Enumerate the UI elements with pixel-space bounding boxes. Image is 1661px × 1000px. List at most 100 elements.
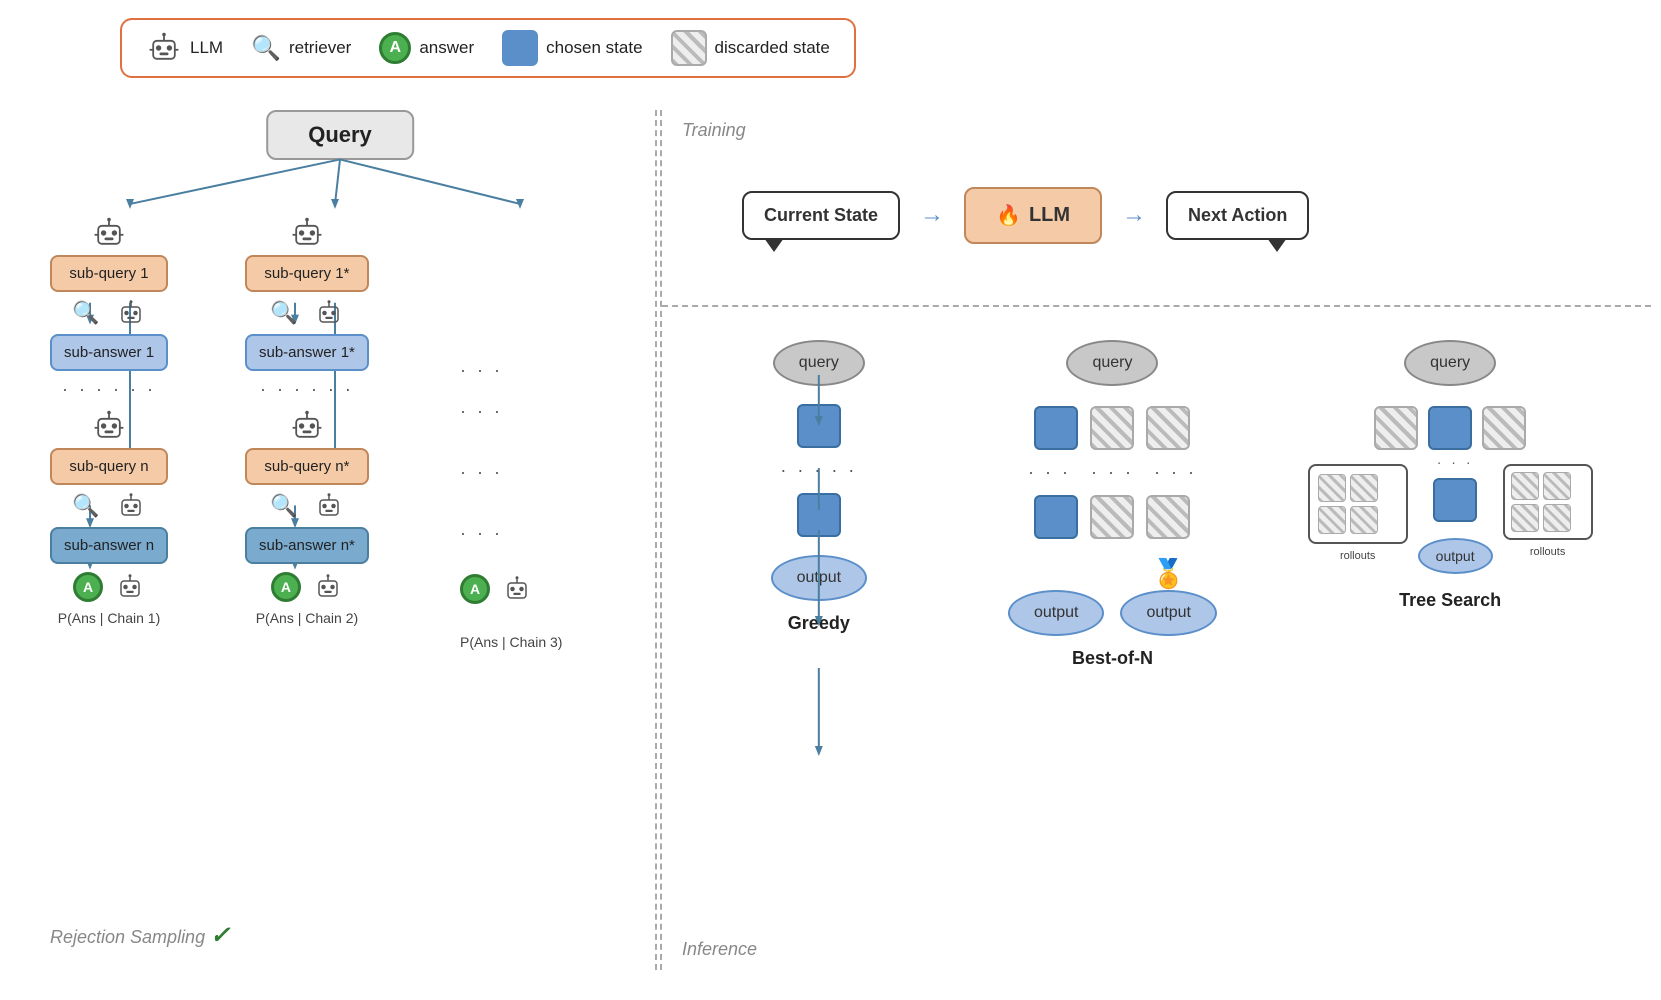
training-label: Training	[682, 120, 746, 141]
next-action-bubble: Next Action	[1166, 191, 1309, 240]
dashed-separator	[662, 305, 1651, 307]
checkmark-icon: ✓	[210, 922, 230, 949]
rollout-box-left	[1308, 464, 1408, 544]
legend-answer-label: answer	[419, 38, 474, 58]
bot-icon-col1	[91, 215, 127, 251]
bestn-label: Best-of-N	[1072, 648, 1153, 669]
bot-icon-col2b	[314, 298, 344, 328]
treesearch-label: Tree Search	[1399, 590, 1501, 611]
answer-icon-col2: A	[271, 572, 301, 602]
arrow-to-llm: →	[920, 201, 944, 229]
rollouts-label-right: rollouts	[1530, 546, 1565, 558]
chosen-box-legend	[502, 30, 538, 66]
legend-chosen-label: chosen state	[546, 38, 642, 58]
ts-output: output	[1418, 538, 1493, 574]
bestn-output1: output	[1008, 590, 1104, 636]
subquery1-col2: sub-query 1*	[245, 255, 369, 292]
answer-icon-col3: A	[460, 574, 490, 604]
subanswern-col2: sub-answer n*	[245, 527, 369, 564]
subanswer1-col2: sub-answer 1*	[245, 334, 369, 371]
bestn-output2: output	[1120, 590, 1216, 636]
llm-training-box: 🔥 LLM	[964, 187, 1102, 244]
dots-col3b: · · ·	[460, 401, 562, 422]
ts-chosen1	[1428, 406, 1472, 450]
greedy-chosen-state2	[797, 493, 841, 537]
award-icon: 🏅	[1151, 557, 1186, 590]
chain-label-col2: P(Ans | Chain 2)	[245, 610, 369, 626]
bot-icon-col1c	[91, 408, 127, 444]
legend-chosen: chosen state	[502, 30, 642, 66]
bestn-discarded3	[1090, 495, 1134, 539]
subqueryn-col1: sub-query n	[50, 448, 168, 485]
legend-retriever-label: retriever	[289, 38, 351, 58]
rollout-box-right	[1503, 464, 1593, 540]
bot-icon-col2d	[314, 491, 344, 521]
greedy-label: Greedy	[788, 613, 850, 634]
subqueryn-col2: sub-query n*	[245, 448, 369, 485]
chain-label-col3: P(Ans | Chain 3)	[460, 634, 562, 650]
fire-icon: 🔥	[996, 203, 1021, 228]
bestn-outputs: output 🏅 output	[1008, 557, 1217, 636]
ts-discarded1	[1374, 406, 1418, 450]
greedy-col: query · · · · ·	[672, 320, 966, 920]
query-label: Query	[308, 122, 372, 147]
col3: · · · · · · · · · · · · A P(Ans | Chain …	[460, 360, 562, 650]
inference-label: Inference	[682, 939, 757, 960]
dots-col3d: · · ·	[460, 523, 562, 544]
rollouts-label-left: rollouts	[1340, 550, 1375, 562]
dots-col3a: · · ·	[460, 360, 562, 381]
inference-area: query · · · · ·	[672, 320, 1641, 920]
subquery1-col1: sub-query 1	[50, 255, 168, 292]
legend-discarded: discarded state	[671, 30, 830, 66]
rejection-sampling-label: Rejection Sampling ✓	[50, 921, 230, 950]
dots-col1-mid: · · · · · ·	[50, 379, 168, 400]
arrow-to-nextaction: →	[1122, 201, 1146, 229]
bestn-discarded4	[1146, 495, 1190, 539]
query-box: Query	[266, 110, 414, 160]
col1: sub-query 1 🔍 sub-answer 1 · · · · · ·	[50, 215, 168, 626]
bot-icon-col2	[289, 215, 325, 251]
search-icon-col2: 🔍	[270, 300, 297, 326]
treesearch-query: query	[1404, 340, 1496, 386]
bestn-col: query · · · · · · · · ·	[966, 320, 1260, 920]
bot-icon-legend	[146, 30, 182, 66]
treesearch-states-row1	[1374, 406, 1526, 450]
search-icon-col2b: 🔍	[270, 493, 297, 519]
legend: LLM 🔍 retriever A answer chosen state di…	[120, 18, 856, 78]
ts-chosen2	[1433, 478, 1477, 522]
greedy-query: query	[773, 340, 865, 386]
discarded-box-legend	[671, 30, 707, 66]
bot-icon-col3	[502, 574, 532, 604]
llm-label: LLM	[1029, 204, 1070, 227]
search-icon-legend: 🔍	[251, 34, 281, 63]
dots-col3c: · · ·	[460, 462, 562, 483]
bot-icon-col2c	[289, 408, 325, 444]
legend-llm-label: LLM	[190, 38, 223, 58]
legend-retriever: 🔍 retriever	[251, 34, 351, 63]
legend-discarded-label: discarded state	[715, 38, 830, 58]
chain-label-col1: P(Ans | Chain 1)	[50, 610, 168, 626]
bestn-discarded2	[1146, 406, 1190, 450]
subanswern-col1: sub-answer n	[50, 527, 168, 564]
bestn-states-row1	[1034, 406, 1190, 450]
search-icon-col1b: 🔍	[72, 493, 99, 519]
search-icon-col1: 🔍	[72, 300, 99, 326]
current-state-bubble: Current State	[742, 191, 900, 240]
answer-icon-legend: A	[379, 32, 411, 64]
greedy-output: output	[771, 555, 867, 601]
greedy-chosen-state	[797, 404, 841, 448]
bestn-chosen1	[1034, 406, 1078, 450]
answer-icon-col1: A	[73, 572, 103, 602]
treesearch-col: query rollouts	[1259, 320, 1641, 920]
ts-discarded2	[1482, 406, 1526, 450]
right-section: Training Current State → 🔥 LLM → Next Ac…	[660, 110, 1651, 970]
bestn-query: query	[1066, 340, 1158, 386]
greedy-dots: · · · · ·	[780, 460, 857, 481]
subanswer1-col1: sub-answer 1	[50, 334, 168, 371]
ts-dots-mid: · · ·	[1437, 454, 1474, 470]
legend-answer: A answer	[379, 32, 474, 64]
vertical-dashed-line	[655, 110, 657, 970]
legend-llm: LLM	[146, 30, 223, 66]
bestn-dots: · · · · · · · · ·	[1028, 462, 1197, 483]
dots-col2-mid: · · · · · ·	[245, 379, 369, 400]
